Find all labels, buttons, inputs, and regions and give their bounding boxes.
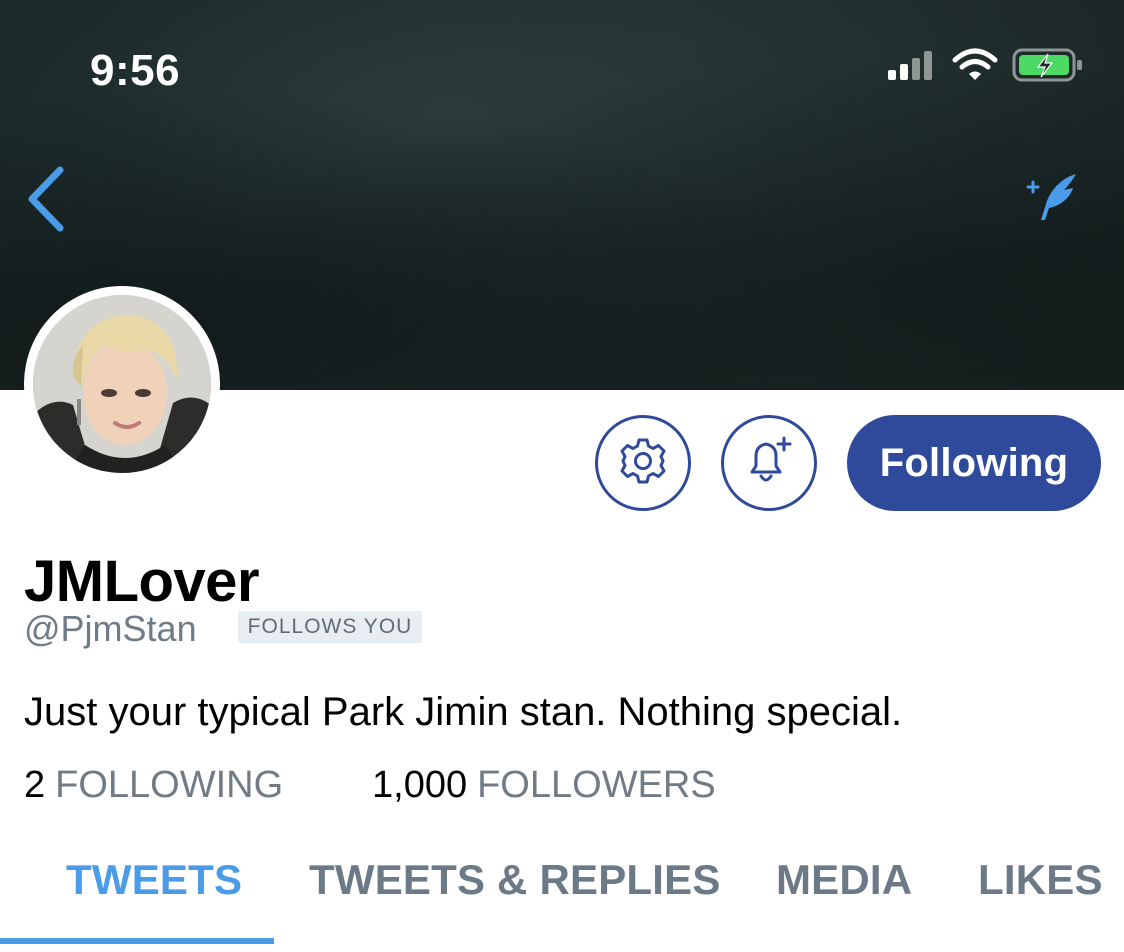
profile-settings-button[interactable] <box>595 415 691 511</box>
following-count: 2 <box>24 764 46 806</box>
avatar-photo <box>33 295 211 473</box>
profile-bio: Just your typical Park Jimin stan. Nothi… <box>24 690 903 734</box>
following-stat[interactable]: 2 FOLLOWING <box>24 764 283 807</box>
following-label: FOLLOWING <box>55 764 284 806</box>
profile-tabs: TWEETS TWEETS & REPLIES MEDIA LIKES <box>0 848 1124 952</box>
profile-stats: 2 FOLLOWING 1,000 FOLLOWERS <box>24 764 716 807</box>
back-button[interactable] <box>24 164 68 234</box>
tab-media[interactable]: MEDIA <box>776 856 912 904</box>
following-button[interactable]: Following <box>847 415 1101 511</box>
battery-charging-icon <box>1012 48 1084 87</box>
sparkle-feather-icon <box>1026 174 1082 230</box>
active-tab-indicator <box>0 938 274 944</box>
gear-icon <box>618 436 668 491</box>
followers-count: 1,000 <box>372 764 468 806</box>
followers-label: FOLLOWERS <box>477 764 716 806</box>
followers-stat[interactable]: 1,000 FOLLOWERS <box>372 764 716 807</box>
compose-tweet-button[interactable] <box>1026 170 1082 226</box>
user-handle: @PjmStan <box>24 608 197 649</box>
chevron-left-icon <box>24 166 68 238</box>
notifications-button[interactable] <box>721 415 817 511</box>
tab-tweets[interactable]: TWEETS <box>66 856 242 904</box>
tab-likes[interactable]: LIKES <box>978 856 1103 904</box>
wifi-icon <box>952 48 998 87</box>
bell-plus-icon <box>742 434 796 493</box>
cellular-signal-icon <box>886 50 938 85</box>
tab-tweets-and-replies[interactable]: TWEETS & REPLIES <box>309 856 721 904</box>
display-name: JMLover <box>24 549 260 614</box>
profile-avatar[interactable] <box>24 286 220 482</box>
status-bar-time: 9:56 <box>90 46 181 95</box>
status-bar-icons <box>886 48 1084 87</box>
follows-you-badge: FOLLOWS YOU <box>238 611 422 643</box>
